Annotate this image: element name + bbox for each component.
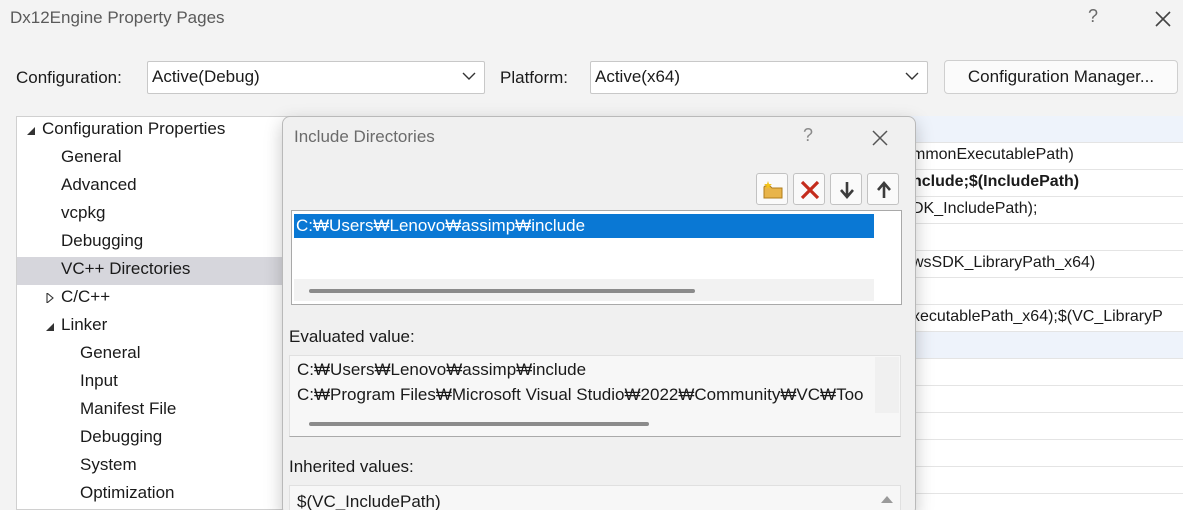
tree-item-vc-directories[interactable]: VC++ Directories (17, 257, 316, 285)
tree-item-label: Debugging (80, 427, 163, 446)
move-up-button[interactable] (867, 173, 899, 205)
grid-row[interactable] (900, 278, 1183, 305)
tree-item-optimization[interactable]: Optimization (17, 481, 316, 509)
tree-item-linker-debugging[interactable]: Debugging (17, 425, 316, 453)
tree-item-general[interactable]: General (17, 145, 316, 173)
tree-item-label: Optimization (80, 483, 175, 502)
close-icon (1155, 11, 1171, 27)
inherited-values-label: Inherited values: (289, 457, 414, 476)
title-bar: Dx12Engine Property Pages ? (0, 0, 1183, 42)
tree-item-advanced[interactable]: Advanced (17, 173, 316, 201)
tree-item-linker[interactable]: Linker (17, 313, 316, 341)
scrollbar-thumb[interactable] (309, 422, 649, 426)
tree-item-vcpkg[interactable]: vcpkg (17, 201, 316, 229)
grid-row[interactable] (900, 359, 1183, 386)
grid-row[interactable]: DK_IncludePath); (900, 197, 1183, 224)
property-grid: mmonExecutablePath) nclude;$(IncludePath… (900, 116, 1183, 510)
expanded-triangle-icon[interactable] (26, 126, 36, 136)
scrollbar-thumb[interactable] (309, 289, 695, 293)
include-directories-dialog: Include Directories ? C:₩Users₩Lenovo₩as… (282, 116, 916, 510)
tree-item-manifest-file[interactable]: Manifest File (17, 397, 316, 425)
window-title: Dx12Engine Property Pages (10, 8, 225, 27)
property-tree: Configuration Properties General Advance… (16, 116, 316, 510)
tree-item-label: vcpkg (61, 203, 106, 222)
grid-row[interactable] (900, 224, 1183, 251)
arrow-down-icon (840, 182, 854, 199)
platform-value: Active(x64) (595, 67, 681, 86)
grid-row[interactable] (900, 467, 1183, 494)
evaluated-value-label: Evaluated value: (289, 327, 415, 346)
tree-item-label: Manifest File (80, 399, 177, 418)
grid-row[interactable] (900, 332, 1183, 359)
close-button[interactable] (1150, 6, 1176, 32)
platform-dropdown[interactable]: Active(x64) (590, 61, 928, 94)
tree-item-linker-input[interactable]: Input (17, 369, 316, 397)
grid-row[interactable]: nclude;$(IncludePath) (900, 170, 1183, 197)
delete-x-icon (800, 180, 820, 200)
tree-item-label: System (80, 455, 137, 474)
grid-row[interactable] (900, 116, 1183, 143)
chevron-down-icon (462, 72, 476, 80)
tree-item-system[interactable]: System (17, 453, 316, 481)
tree-item-label: Configuration Properties (42, 119, 226, 138)
tree-item-label: C/C++ (61, 287, 111, 306)
tree-item-label: Linker (61, 315, 108, 334)
inherited-line: $(VC_IncludePath) (297, 492, 441, 510)
help-button[interactable]: ? (1082, 6, 1104, 32)
tree-item-c-cpp[interactable]: C/C++ (17, 285, 316, 313)
close-icon (872, 130, 888, 146)
chevron-down-icon (905, 72, 919, 80)
evaluated-line: C:₩Program Files₩Microsoft Visual Studio… (297, 385, 864, 404)
grid-row[interactable] (900, 440, 1183, 467)
grid-row[interactable] (900, 386, 1183, 413)
move-down-button[interactable] (830, 173, 862, 205)
folder-add-icon (763, 181, 783, 199)
list-empty-area[interactable] (294, 238, 874, 278)
dialog-help-button[interactable]: ? (803, 125, 813, 146)
delete-line-button[interactable] (793, 173, 825, 205)
inherited-values-box: $(VC_IncludePath) (289, 485, 901, 510)
grid-row[interactable]: xecutablePath_x64);$(VC_LibraryP (900, 305, 1183, 332)
evaluated-line: C:₩Users₩Lenovo₩assimp₩include (297, 360, 587, 379)
expanded-triangle-icon[interactable] (45, 322, 55, 332)
new-line-button[interactable] (756, 173, 788, 205)
tree-item-label: VC++ Directories (61, 259, 191, 278)
tree-item-configuration-properties[interactable]: Configuration Properties (17, 117, 316, 145)
tree-item-label: General (80, 343, 141, 362)
tree-item-debugging[interactable]: Debugging (17, 229, 316, 257)
collapsed-triangle-icon[interactable] (45, 293, 55, 303)
dialog-close-button[interactable] (869, 127, 891, 149)
arrow-up-icon (877, 181, 891, 198)
configuration-manager-button[interactable]: Configuration Manager... (944, 60, 1178, 94)
grid-row[interactable]: mmonExecutablePath) (900, 143, 1183, 170)
scroll-up-arrow-icon[interactable] (880, 494, 894, 504)
grid-row[interactable] (900, 413, 1183, 440)
vertical-scrollbar[interactable] (875, 357, 899, 413)
configuration-label: Configuration: (16, 68, 122, 87)
tree-item-label: Advanced (61, 175, 137, 194)
tree-item-linker-general[interactable]: General (17, 341, 316, 369)
tree-item-label: Input (80, 371, 118, 390)
configuration-value: Active(Debug) (152, 67, 260, 86)
configuration-dropdown[interactable]: Active(Debug) (147, 61, 485, 94)
tree-item-label: General (61, 147, 122, 166)
platform-label: Platform: (500, 68, 569, 87)
tree-item-label: Debugging (61, 231, 144, 250)
list-item[interactable]: C:₩Users₩Lenovo₩assimp₩include (294, 214, 874, 238)
grid-row[interactable]: wsSDK_LibraryPath_x64) (900, 251, 1183, 278)
dialog-title: Include Directories (294, 127, 435, 146)
